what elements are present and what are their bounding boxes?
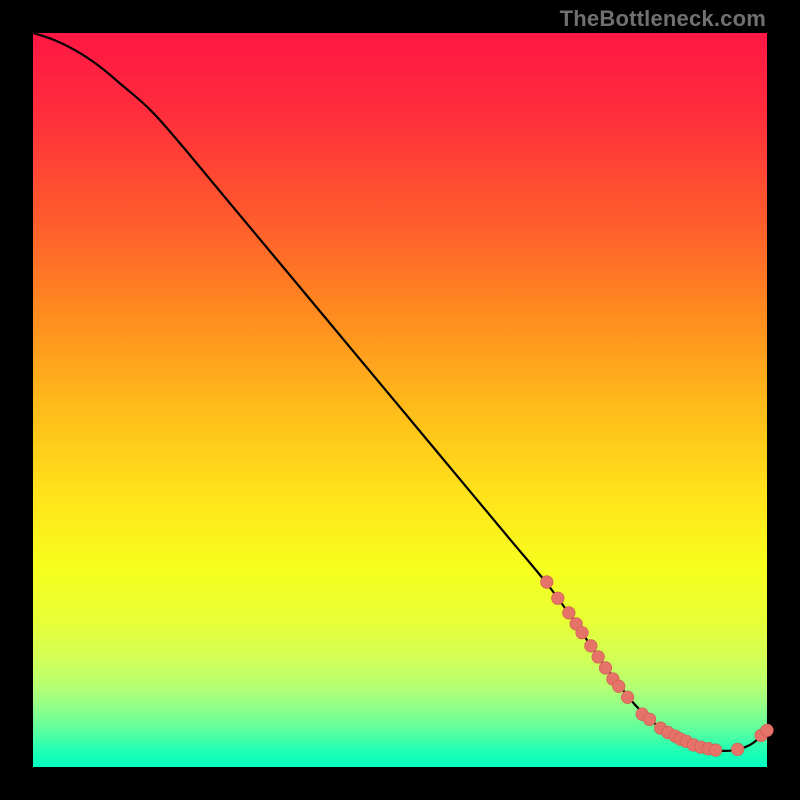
- chart-stage: TheBottleneck.com: [0, 0, 800, 800]
- highlight-dot: [576, 626, 589, 639]
- highlight-dot: [599, 662, 612, 675]
- highlight-dot: [709, 744, 722, 757]
- highlight-dot: [731, 743, 744, 756]
- highlight-dots: [541, 576, 774, 757]
- highlight-dot: [552, 592, 565, 605]
- watermark-label: TheBottleneck.com: [560, 6, 766, 32]
- highlight-dot: [621, 691, 634, 704]
- curve-line: [33, 33, 767, 751]
- highlight-dot: [643, 713, 656, 726]
- highlight-dot: [563, 607, 576, 620]
- highlight-dot: [585, 640, 598, 653]
- highlight-dot: [612, 680, 625, 693]
- highlight-dot: [761, 724, 774, 737]
- highlight-dot: [592, 651, 605, 664]
- highlight-dot: [541, 576, 554, 589]
- chart-overlay: [33, 33, 767, 767]
